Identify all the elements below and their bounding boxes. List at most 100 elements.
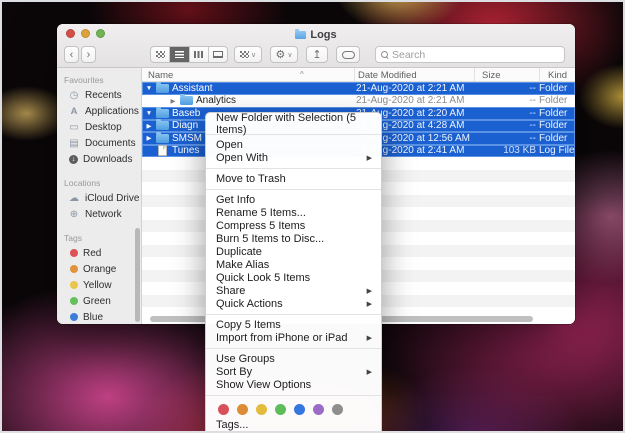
green-tag-dot (70, 297, 78, 305)
sidebar-item-network[interactable]: ⊕ Network (57, 206, 141, 222)
gallery-view-icon (212, 51, 223, 58)
red-tag-dot[interactable] (218, 404, 229, 415)
sidebar-scrollbar[interactable] (135, 228, 140, 322)
zoom-button[interactable] (96, 29, 105, 38)
sidebar-item-desktop[interactable]: ▭ Desktop (57, 119, 141, 135)
sidebar-section-locations: Locations (64, 178, 101, 188)
sidebar-item-documents[interactable]: ▤ Documents (57, 135, 141, 151)
sidebar-item-tag-red[interactable]: Red (57, 245, 141, 261)
file-name: Baseb (172, 107, 201, 119)
menu-item-import-from-iphone-or-ipad[interactable]: Import from iPhone or iPad ▶ (206, 331, 381, 344)
menu-item-share[interactable]: Share ▶ (206, 284, 381, 297)
blue-tag-dot (70, 313, 78, 321)
document-icon (158, 145, 167, 157)
sidebar-item-label: Blue (83, 311, 104, 323)
sidebar-item-label: Green (83, 295, 111, 307)
list-view-icon (174, 51, 184, 58)
file-kind: Folder (539, 95, 568, 107)
column-header-size[interactable]: Size (482, 70, 500, 81)
menu-item-rename-5-items[interactable]: Rename 5 Items... (206, 206, 381, 219)
orange-tag-dot (70, 265, 78, 273)
date-modified: 21-Aug-2020 at 2:21 AM (356, 82, 465, 94)
menu-item-copy-5-items[interactable]: Copy 5 Items (206, 318, 381, 331)
sidebar-section-favourites: Favourites (64, 75, 104, 85)
menu-item-show-view-options[interactable]: Show View Options (206, 378, 381, 391)
menu-item-new-folder-with-selection[interactable]: New Folder with Selection (5 Items) (206, 112, 381, 136)
purple-tag-dot[interactable] (313, 404, 324, 415)
green-tag-dot[interactable] (275, 404, 286, 415)
share-button[interactable]: ↥ (306, 46, 328, 63)
menu-item-compress-5-items[interactable]: Compress 5 Items (206, 219, 381, 232)
menu-item-tags[interactable]: Tags... (206, 418, 381, 431)
back-button[interactable]: ‹ (64, 46, 79, 63)
file-size: -- (529, 120, 536, 132)
sidebar-item-icloud-drive[interactable]: ☁ iCloud Drive (57, 190, 141, 206)
file-kind: Folder (539, 107, 568, 119)
sidebar-item-applications[interactable]: A Applications (57, 103, 141, 119)
menu-item-label: Open (216, 138, 243, 151)
gray-tag-dot[interactable] (332, 404, 343, 415)
action-menu-button[interactable]: ⚙ ∨ (270, 46, 298, 63)
close-button[interactable] (66, 29, 75, 38)
menu-item-move-to-trash[interactable]: Move to Trash (206, 172, 381, 185)
disclosure-expanded-icon[interactable]: ▼ (144, 110, 154, 117)
sidebar-item-recents[interactable]: ◷ Recents (57, 87, 141, 103)
search-icon (381, 51, 388, 58)
disclosure-collapsed-icon[interactable]: ▶ (168, 97, 178, 105)
blue-tag-dot[interactable] (294, 404, 305, 415)
disclosure-collapsed-icon[interactable]: ▶ (144, 122, 154, 130)
menu-item-burn-5-items-to-disc[interactable]: Burn 5 Items to Disc... (206, 232, 381, 245)
disclosure-collapsed-icon[interactable]: ▶ (144, 134, 154, 142)
list-view-button[interactable] (170, 47, 190, 62)
file-size: -- (529, 132, 536, 144)
menu-item-sort-by[interactable]: Sort By ▶ (206, 365, 381, 378)
sidebar-item-tag-green[interactable]: Green (57, 293, 141, 309)
sidebar-item-downloads[interactable]: ↓ Downloads (57, 151, 141, 167)
sidebar-item-tag-yellow[interactable]: Yellow (57, 277, 141, 293)
column-view-button[interactable] (190, 47, 209, 62)
table-row[interactable]: ▶ Analytics 21-Aug-2020 at 2:21 AM -- Fo… (142, 94, 575, 108)
column-header-name[interactable]: Name (148, 70, 173, 81)
search-field[interactable] (375, 46, 565, 63)
column-header-kind[interactable]: Kind (548, 70, 567, 81)
menu-item-quick-look-5-items[interactable]: Quick Look 5 Items (206, 271, 381, 284)
menu-item-label: Duplicate (216, 245, 262, 258)
date-modified: 21-Aug-2020 at 2:21 AM (356, 95, 465, 107)
menu-item-use-groups[interactable]: Use Groups (206, 352, 381, 365)
menu-item-open[interactable]: Open (206, 138, 381, 151)
sidebar-item-tag-blue[interactable]: Blue (57, 309, 141, 324)
column-header-date-modified[interactable]: Date Modified (358, 70, 417, 81)
forward-button[interactable]: › (81, 46, 96, 63)
documents-icon: ▤ (69, 137, 79, 149)
menu-item-make-alias[interactable]: Make Alias (206, 258, 381, 271)
menu-item-get-info[interactable]: Get Info (206, 193, 381, 206)
menu-item-open-with[interactable]: Open With ▶ (206, 151, 381, 164)
menu-item-quick-actions[interactable]: Quick Actions ▶ (206, 297, 381, 310)
column-divider[interactable] (474, 68, 475, 81)
gallery-view-button[interactable] (209, 47, 227, 62)
menu-item-label: Tags... (216, 419, 249, 431)
sidebar-item-tag-orange[interactable]: Orange (57, 261, 141, 277)
column-divider[interactable] (539, 68, 540, 81)
file-name: SMSM (172, 132, 202, 144)
menu-item-label: Copy 5 Items (216, 318, 281, 331)
column-divider[interactable] (354, 68, 355, 81)
icon-view-button[interactable] (151, 47, 171, 62)
submenu-arrow-icon: ▶ (366, 287, 372, 295)
folder-icon (156, 119, 169, 131)
group-by-button[interactable]: ∨ (234, 46, 262, 63)
menu-item-label: Quick Look 5 Items (216, 271, 311, 284)
disclosure-expanded-icon[interactable]: ▼ (144, 85, 154, 92)
downloads-icon: ↓ (69, 154, 78, 164)
search-input[interactable] (392, 48, 559, 61)
yellow-tag-dot[interactable] (256, 404, 267, 415)
table-row[interactable]: ▼ Assistant 21-Aug-2020 at 2:21 AM -- Fo… (142, 81, 575, 95)
menu-item-duplicate[interactable]: Duplicate (206, 245, 381, 258)
orange-tag-dot[interactable] (237, 404, 248, 415)
network-icon: ⊕ (69, 208, 79, 220)
tag-button[interactable] (336, 46, 360, 63)
menu-item-label: Show View Options (216, 378, 312, 391)
file-name: Analytics (196, 95, 237, 107)
desktop-icon: ▭ (69, 121, 79, 133)
minimize-button[interactable] (81, 29, 90, 38)
